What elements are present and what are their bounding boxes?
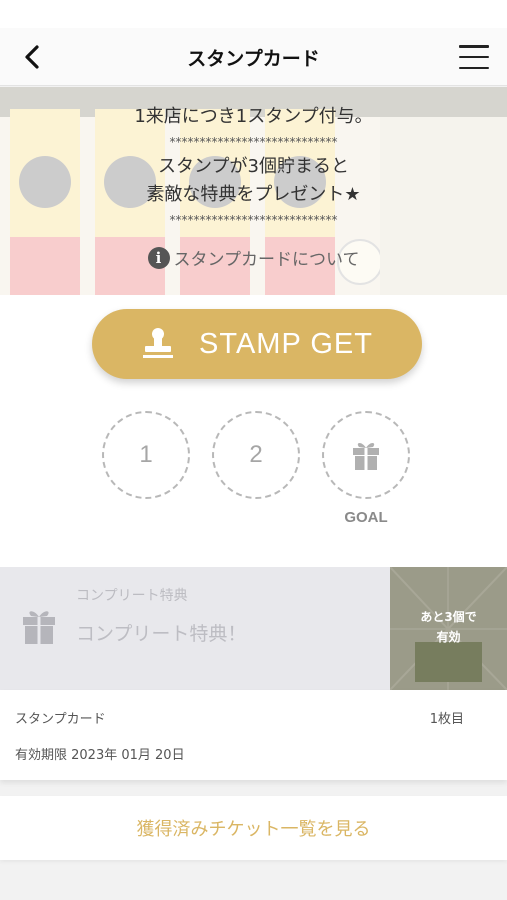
complete-reward-title: コンプリート特典！ — [76, 623, 247, 645]
about-stamp-card-link[interactable]: i スタンプカードについて — [147, 245, 360, 270]
menu-button[interactable] — [457, 42, 491, 72]
page-title: スタンプカード — [187, 48, 320, 70]
complete-reward-row[interactable]: コンプリート特典 コンプリート特典！ あと3個で 有効 — [0, 567, 507, 690]
complete-reward-caption: コンプリート特典 — [76, 588, 188, 604]
stamp-card-hero: 1来店につき1スタンプ付与。 *************************… — [0, 87, 507, 295]
stamp-slot-2: 2 — [212, 411, 300, 499]
about-link-label: スタンプカードについて — [173, 250, 360, 270]
card-count: 1枚目 — [429, 712, 464, 727]
stamp-get-label: STAMP GET — [199, 327, 373, 360]
remaining-stamps-label: あと3個で 有効 — [420, 610, 477, 644]
hero-stars-1: **************************** — [169, 135, 338, 149]
stamp-icon — [143, 328, 174, 358]
gift-icon — [23, 611, 55, 644]
reward-thumbnail: あと3個で 有効 — [390, 567, 507, 690]
hero-line-2: スタンプが3個貯まると — [158, 156, 349, 177]
card-expiry: 有効期限 2023年 01月 20日 — [15, 748, 185, 763]
hero-line-1: 1来店につき1スタンプ付与。 — [134, 106, 373, 127]
info-icon: i — [147, 246, 170, 269]
hamburger-menu-icon — [459, 45, 489, 48]
acquired-tickets-label: 獲得済みチケット一覧を見る — [136, 819, 371, 840]
hero-stars-2: **************************** — [169, 213, 338, 227]
stamp-slot-1: 1 — [102, 411, 190, 499]
stamp-slot-goal — [322, 411, 410, 499]
app-header: スタンプカード — [0, 28, 507, 86]
stamp-area: STAMP GET 1 2 GOAL — [0, 295, 507, 567]
stamp-get-button[interactable]: STAMP GET — [92, 309, 422, 379]
goal-label: GOAL — [344, 509, 388, 526]
card-name: スタンプカード — [15, 712, 106, 727]
card-info: スタンプカード 1枚目 有効期限 2023年 01月 20日 — [0, 690, 507, 780]
status-bar — [0, 0, 507, 28]
gift-icon — [353, 443, 379, 470]
hero-line-3: 素敵な特典をプレゼント★ — [146, 184, 361, 205]
acquired-tickets-link[interactable]: 獲得済みチケット一覧を見る — [0, 796, 507, 860]
